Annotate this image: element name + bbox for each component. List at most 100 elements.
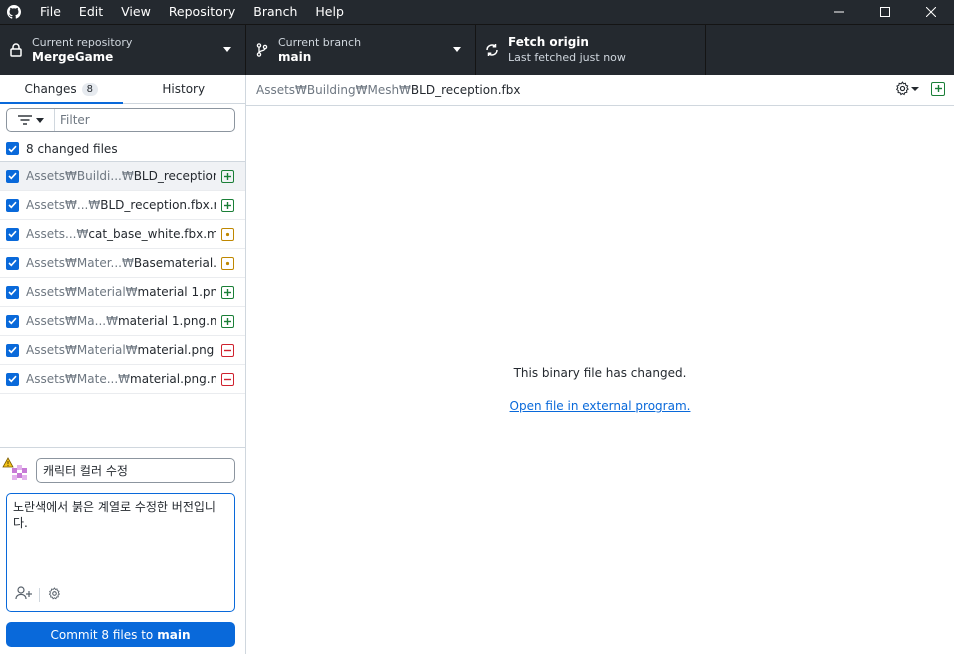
- add-coauthor-button[interactable]: [15, 586, 33, 603]
- file-checkbox[interactable]: [6, 227, 19, 241]
- menu-file[interactable]: File: [28, 0, 70, 24]
- tab-changes-label: Changes: [24, 82, 77, 96]
- file-name: cat_base_white.fbx.meta: [88, 227, 216, 241]
- commit-description-input[interactable]: 노란색에서 붉은 계열로 수정한 버전입니다.: [6, 493, 235, 612]
- file-row[interactable]: Assets₩...₩BLD_reception.fbx.meta: [0, 191, 245, 220]
- file-checkbox[interactable]: [6, 256, 19, 270]
- current-branch-button[interactable]: Current branch main: [246, 25, 476, 75]
- file-list: Assets₩Buildi...₩BLD_reception.fbx Asset…: [0, 162, 245, 394]
- file-path: Assets₩...₩BLD_reception.fbx.meta: [26, 198, 216, 212]
- checkmark-icon: [8, 145, 17, 152]
- path-directory: Assets₩Building₩Mesh₩: [256, 83, 411, 97]
- commit-summary-input[interactable]: 캐릭터 컬러 수정: [36, 458, 235, 483]
- checkmark-icon: [8, 288, 17, 296]
- file-modified-icon: [221, 228, 234, 241]
- file-checkbox[interactable]: [6, 285, 19, 299]
- checkmark-icon: [8, 172, 17, 180]
- select-all-checkbox[interactable]: [6, 142, 19, 155]
- diff-panel: Assets₩Building₩Mesh₩ BLD_reception.fbx T…: [246, 75, 954, 654]
- file-checkbox[interactable]: [6, 372, 19, 386]
- file-checkbox[interactable]: [6, 198, 19, 212]
- fetch-origin-button[interactable]: Fetch origin Last fetched just now: [476, 25, 706, 75]
- file-name: material.png.meta: [130, 372, 216, 386]
- lock-icon: [2, 43, 30, 57]
- file-name: material 1.png: [137, 285, 216, 299]
- file-row[interactable]: Assets₩Mater...₩Basematerial.mat: [0, 249, 245, 278]
- sidebar: Changes 8 History 8 changed files Assets…: [0, 75, 246, 654]
- branch-name: main: [278, 50, 312, 64]
- commit-description-text: 노란색에서 붉은 계열로 수정한 버전입니다.: [13, 500, 216, 530]
- menu-repository[interactable]: Repository: [160, 0, 244, 24]
- minimize-button[interactable]: [816, 0, 862, 24]
- gear-icon: [48, 586, 61, 599]
- file-dir: Assets...₩: [26, 227, 89, 241]
- fetch-title: Fetch origin: [508, 35, 589, 49]
- file-path: Assets₩Material₩material 1.png: [26, 285, 216, 299]
- file-dir: Assets₩Material₩: [26, 285, 138, 299]
- repository-name: MergeGame: [32, 50, 114, 64]
- checkmark-icon: [8, 317, 17, 325]
- chevron-down-icon: [911, 86, 919, 91]
- path-filename: BLD_reception.fbx: [410, 83, 521, 97]
- file-row[interactable]: Assets₩Ma...₩material 1.png.meta: [0, 307, 245, 336]
- menu-edit[interactable]: Edit: [70, 0, 112, 24]
- github-logo-icon: [0, 0, 28, 24]
- file-checkbox[interactable]: [6, 169, 19, 183]
- commit-area: 캐릭터 컬러 수정 노란색에서 붉은 계열로 수정한 버전입니다. Commit…: [0, 447, 245, 654]
- file-dir: Assets₩Mater...₩: [26, 256, 134, 270]
- file-name: BLD_reception.fbx.meta: [100, 198, 216, 212]
- file-path: Assets₩Ma...₩material 1.png.meta: [26, 314, 216, 328]
- file-row[interactable]: Assets₩Material₩material 1.png: [0, 278, 245, 307]
- menu-view[interactable]: View: [112, 0, 160, 24]
- file-checkbox[interactable]: [6, 314, 19, 328]
- menu-help[interactable]: Help: [306, 0, 353, 24]
- file-path: Assets₩Mate...₩material.png.meta: [26, 372, 216, 386]
- filter-input[interactable]: [55, 110, 234, 130]
- file-checkbox[interactable]: [6, 343, 19, 357]
- toolbar: Current repository MergeGame Current bra…: [0, 24, 954, 75]
- file-deleted-icon: [221, 373, 234, 386]
- tab-history[interactable]: History: [123, 75, 246, 103]
- file-row[interactable]: Assets...₩cat_base_white.fbx.meta: [0, 220, 245, 249]
- description-toolbar: [15, 586, 61, 603]
- toolbar-divider: [39, 587, 40, 602]
- checkmark-icon: [8, 201, 17, 209]
- file-name: BLD_reception.fbx: [133, 169, 216, 183]
- checkmark-icon: [8, 375, 17, 383]
- file-deleted-icon: [221, 344, 234, 357]
- tab-changes[interactable]: Changes 8: [0, 75, 123, 104]
- commit-options-button[interactable]: [48, 586, 61, 603]
- checkmark-icon: [8, 346, 17, 354]
- file-row[interactable]: Assets₩Buildi...₩BLD_reception.fbx: [0, 162, 245, 191]
- maximize-button[interactable]: [862, 0, 908, 24]
- file-dir: Assets₩...₩: [26, 198, 101, 212]
- file-row[interactable]: Assets₩Mate...₩material.png.meta: [0, 365, 245, 394]
- menu-branch[interactable]: Branch: [244, 0, 306, 24]
- fetch-subtitle: Last fetched just now: [508, 51, 626, 64]
- close-icon: [926, 7, 936, 17]
- add-user-icon: [15, 586, 32, 600]
- sync-icon: [478, 43, 506, 57]
- commit-button[interactable]: Commit 8 files to main: [6, 622, 235, 647]
- maximize-icon: [880, 7, 890, 17]
- file-dir: Assets₩Ma...₩: [26, 314, 118, 328]
- file-added-icon: [221, 286, 234, 299]
- file-path: Assets₩Mater...₩Basematerial.mat: [26, 256, 216, 270]
- repository-label: Current repository: [32, 36, 133, 49]
- close-button[interactable]: [908, 0, 954, 24]
- title-bar: File Edit View Repository Branch Help: [0, 0, 954, 24]
- author-avatar[interactable]: [2, 457, 34, 483]
- menu-bar: File Edit View Repository Branch Help: [28, 0, 353, 24]
- diff-settings-button[interactable]: [895, 81, 927, 96]
- minimize-icon: [834, 11, 844, 13]
- filter-options-button[interactable]: [7, 109, 55, 131]
- file-modified-icon: [221, 257, 234, 270]
- file-dir: Assets₩Material₩: [26, 343, 138, 357]
- file-dir: Assets₩Mate...₩: [26, 372, 131, 386]
- window-controls: [816, 0, 954, 24]
- filter-box: [6, 108, 235, 132]
- current-repository-button[interactable]: Current repository MergeGame: [0, 25, 246, 75]
- file-row[interactable]: Assets₩Material₩material.png: [0, 336, 245, 365]
- gear-icon: [895, 81, 909, 96]
- open-external-link[interactable]: Open file in external program.: [246, 399, 954, 413]
